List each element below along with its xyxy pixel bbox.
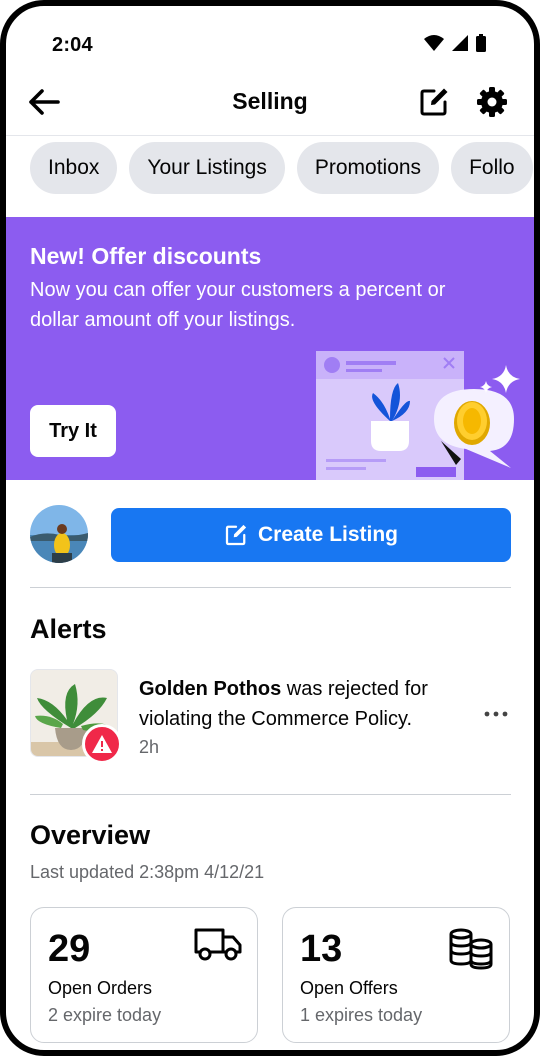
status-time: 2:04 (52, 34, 93, 56)
settings-button[interactable] (472, 82, 512, 122)
tab-bar: Inbox Your Listings Promotions Follo (30, 142, 533, 202)
more-icon (484, 711, 508, 717)
status-bar: 2:04 (6, 6, 534, 72)
tab-inbox[interactable]: Inbox (30, 142, 118, 194)
open-orders-label: Open Orders (48, 978, 153, 998)
wifi-icon (424, 35, 444, 51)
status-icons (424, 34, 486, 52)
phone-frame: 2:04 Selling Inbox Your Listings Promoti… (0, 0, 540, 1056)
discount-illustration (316, 351, 520, 480)
signal-icon (452, 35, 468, 51)
create-listing-button[interactable]: Create Listing (111, 508, 511, 562)
truck-icon (194, 928, 242, 961)
tab-your-listings[interactable]: Your Listings (129, 142, 285, 194)
last-updated-text: Last updated 2:38pm 4/12/21 (30, 862, 265, 882)
overview-heading: Overview (30, 820, 151, 850)
open-offers-card[interactable]: 13 Open Offers 1 expires today (282, 907, 510, 1043)
coins-icon (449, 928, 493, 970)
divider (30, 587, 511, 588)
compose-button[interactable] (414, 82, 454, 122)
open-offers-label: Open Offers (300, 978, 398, 998)
warning-icon (92, 735, 112, 753)
open-orders-card[interactable]: 29 Open Orders 2 expire today (30, 907, 258, 1043)
alert-timestamp: 2h (139, 737, 160, 757)
page-title: Selling (232, 88, 308, 114)
divider (30, 794, 511, 795)
more-options-button[interactable] (480, 702, 512, 726)
create-listing-label: Create Listing (257, 523, 399, 546)
banner-title: New! Offer discounts (30, 243, 262, 269)
banner-text: Now you can offer your customers a perce… (30, 279, 446, 331)
try-it-button[interactable]: Try It (30, 405, 116, 457)
top-app-bar: Selling (6, 72, 534, 136)
avatar[interactable] (30, 505, 88, 563)
warning-badge (82, 724, 122, 764)
profile-photo (30, 505, 88, 563)
open-orders-sub: 2 expire today (48, 1005, 162, 1025)
gear-icon (477, 87, 507, 117)
tab-promotions[interactable]: Promotions (296, 142, 440, 194)
battery-icon (476, 34, 486, 52)
alert-message[interactable]: Golden Pothos was rejected for violating… (139, 674, 469, 734)
compose-icon (225, 524, 247, 546)
tab-following[interactable]: Follo (451, 142, 533, 194)
open-orders-count: 29 (48, 928, 91, 970)
compose-icon (420, 88, 448, 116)
open-offers-count: 13 (300, 928, 343, 970)
alert-product-name: Golden Pothos (139, 678, 282, 700)
alerts-heading: Alerts (30, 614, 107, 644)
offer-discounts-banner: New! Offer discounts Now you can offer y… (6, 217, 534, 480)
open-offers-sub: 1 expires today (300, 1005, 423, 1025)
